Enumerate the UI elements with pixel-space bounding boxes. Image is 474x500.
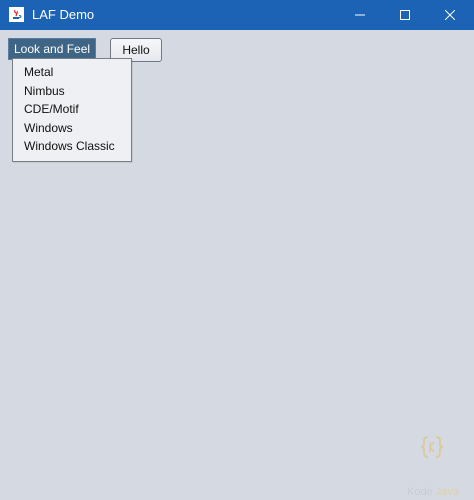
menu-item-cde-motif[interactable]: CDE/Motif bbox=[13, 100, 131, 119]
content-pane: Look and Feel Hello Metal Nimbus CDE/Mot… bbox=[0, 30, 474, 498]
kodejava-logo-icon bbox=[419, 434, 445, 465]
maximize-button[interactable] bbox=[383, 0, 427, 30]
look-and-feel-popup-menu: Metal Nimbus CDE/Motif Windows Windows C… bbox=[12, 58, 132, 162]
menu-item-windows-classic[interactable]: Windows Classic bbox=[13, 137, 131, 156]
maximize-icon bbox=[400, 10, 410, 20]
minimize-button[interactable] bbox=[338, 0, 382, 30]
kodejava-watermark: Kode Java bbox=[402, 430, 462, 500]
watermark-text-kode: Kode bbox=[407, 486, 433, 498]
watermark-text: Kode Java bbox=[407, 486, 459, 499]
close-icon bbox=[445, 10, 455, 20]
menu-item-windows[interactable]: Windows bbox=[13, 119, 131, 138]
minimize-icon bbox=[355, 10, 365, 20]
window-title: LAF Demo bbox=[32, 7, 95, 22]
close-button[interactable] bbox=[428, 0, 472, 30]
menu-item-nimbus[interactable]: Nimbus bbox=[13, 82, 131, 101]
java-app-icon[interactable] bbox=[9, 7, 24, 22]
menu-item-metal[interactable]: Metal bbox=[13, 63, 131, 82]
look-and-feel-menu[interactable]: Look and Feel bbox=[8, 38, 97, 60]
watermark-text-java: Java bbox=[435, 486, 460, 498]
title-bar[interactable]: LAF Demo bbox=[0, 0, 474, 30]
